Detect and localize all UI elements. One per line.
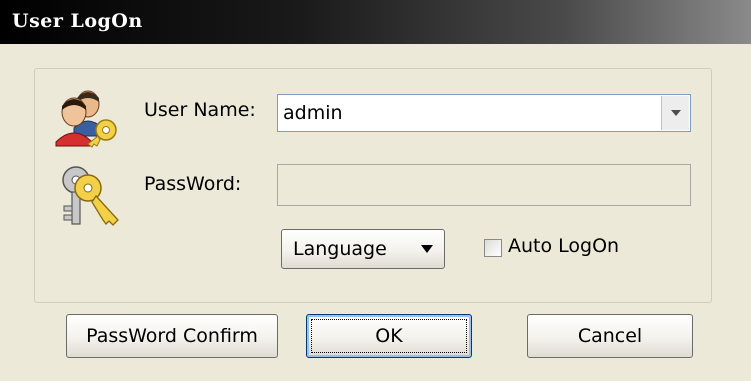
- password-confirm-label: PassWord Confirm: [86, 325, 258, 347]
- cancel-label: Cancel: [577, 325, 643, 347]
- language-button-label: Language: [293, 238, 387, 260]
- username-dropdown-button[interactable]: [661, 96, 689, 130]
- password-label: PassWord:: [144, 173, 242, 195]
- window-title: User LogOn: [12, 10, 143, 32]
- cancel-button[interactable]: Cancel: [527, 314, 693, 358]
- ok-button[interactable]: OK: [306, 314, 472, 358]
- title-bar[interactable]: User LogOn: [0, 0, 751, 44]
- password-field[interactable]: [277, 164, 691, 206]
- users-key-icon: [52, 84, 124, 148]
- ok-label: OK: [375, 325, 403, 347]
- username-label: User Name:: [144, 99, 256, 121]
- language-button[interactable]: Language: [281, 229, 445, 269]
- keys-icon: [54, 162, 126, 234]
- chevron-down-icon: [671, 110, 681, 116]
- auto-logon-label[interactable]: Auto LogOn: [508, 235, 619, 257]
- auto-logon-checkbox[interactable]: [484, 239, 502, 257]
- dialog-body: User Name: admin PassWord: Language Auto…: [0, 44, 751, 381]
- username-combobox[interactable]: admin: [277, 94, 691, 132]
- username-value[interactable]: admin: [283, 102, 343, 124]
- password-confirm-button[interactable]: PassWord Confirm: [66, 314, 278, 358]
- chevron-down-icon: [421, 245, 433, 253]
